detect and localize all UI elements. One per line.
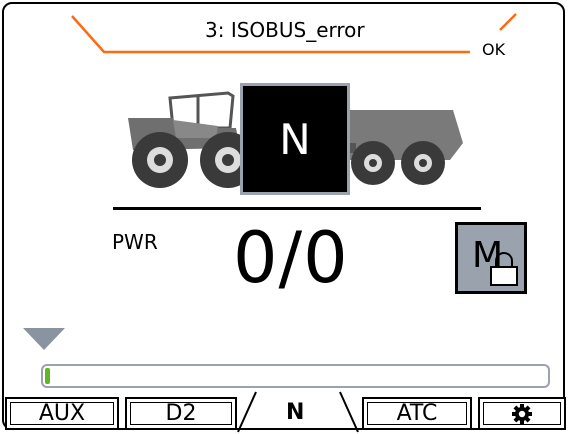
gear-indicator: N <box>240 83 350 195</box>
alarm-message[interactable]: 3: ISOBUS_error <box>205 18 365 42</box>
tab-aux[interactable]: AUX <box>5 397 119 430</box>
tab-settings[interactable] <box>478 397 566 430</box>
tab-atc-label: ATC <box>396 401 438 426</box>
power-label: PWR <box>112 230 158 254</box>
divider-line <box>113 207 481 210</box>
progress-fill <box>45 368 50 384</box>
power-value: 0/0 <box>233 217 349 299</box>
triangle-down-icon <box>23 328 65 350</box>
padlock-icon <box>490 252 518 286</box>
tab-d2-label: D2 <box>165 401 197 426</box>
manual-mode-lock-button[interactable]: M <box>455 222 527 294</box>
alarm-ok-button[interactable]: OK <box>482 40 505 59</box>
progress-bar <box>41 364 550 388</box>
gear-icon <box>512 403 532 424</box>
tab-atc[interactable]: ATC <box>362 397 472 430</box>
tab-aux-label: AUX <box>38 401 86 426</box>
tab-d2[interactable]: D2 <box>125 397 237 430</box>
tab-n[interactable]: N <box>286 400 304 425</box>
